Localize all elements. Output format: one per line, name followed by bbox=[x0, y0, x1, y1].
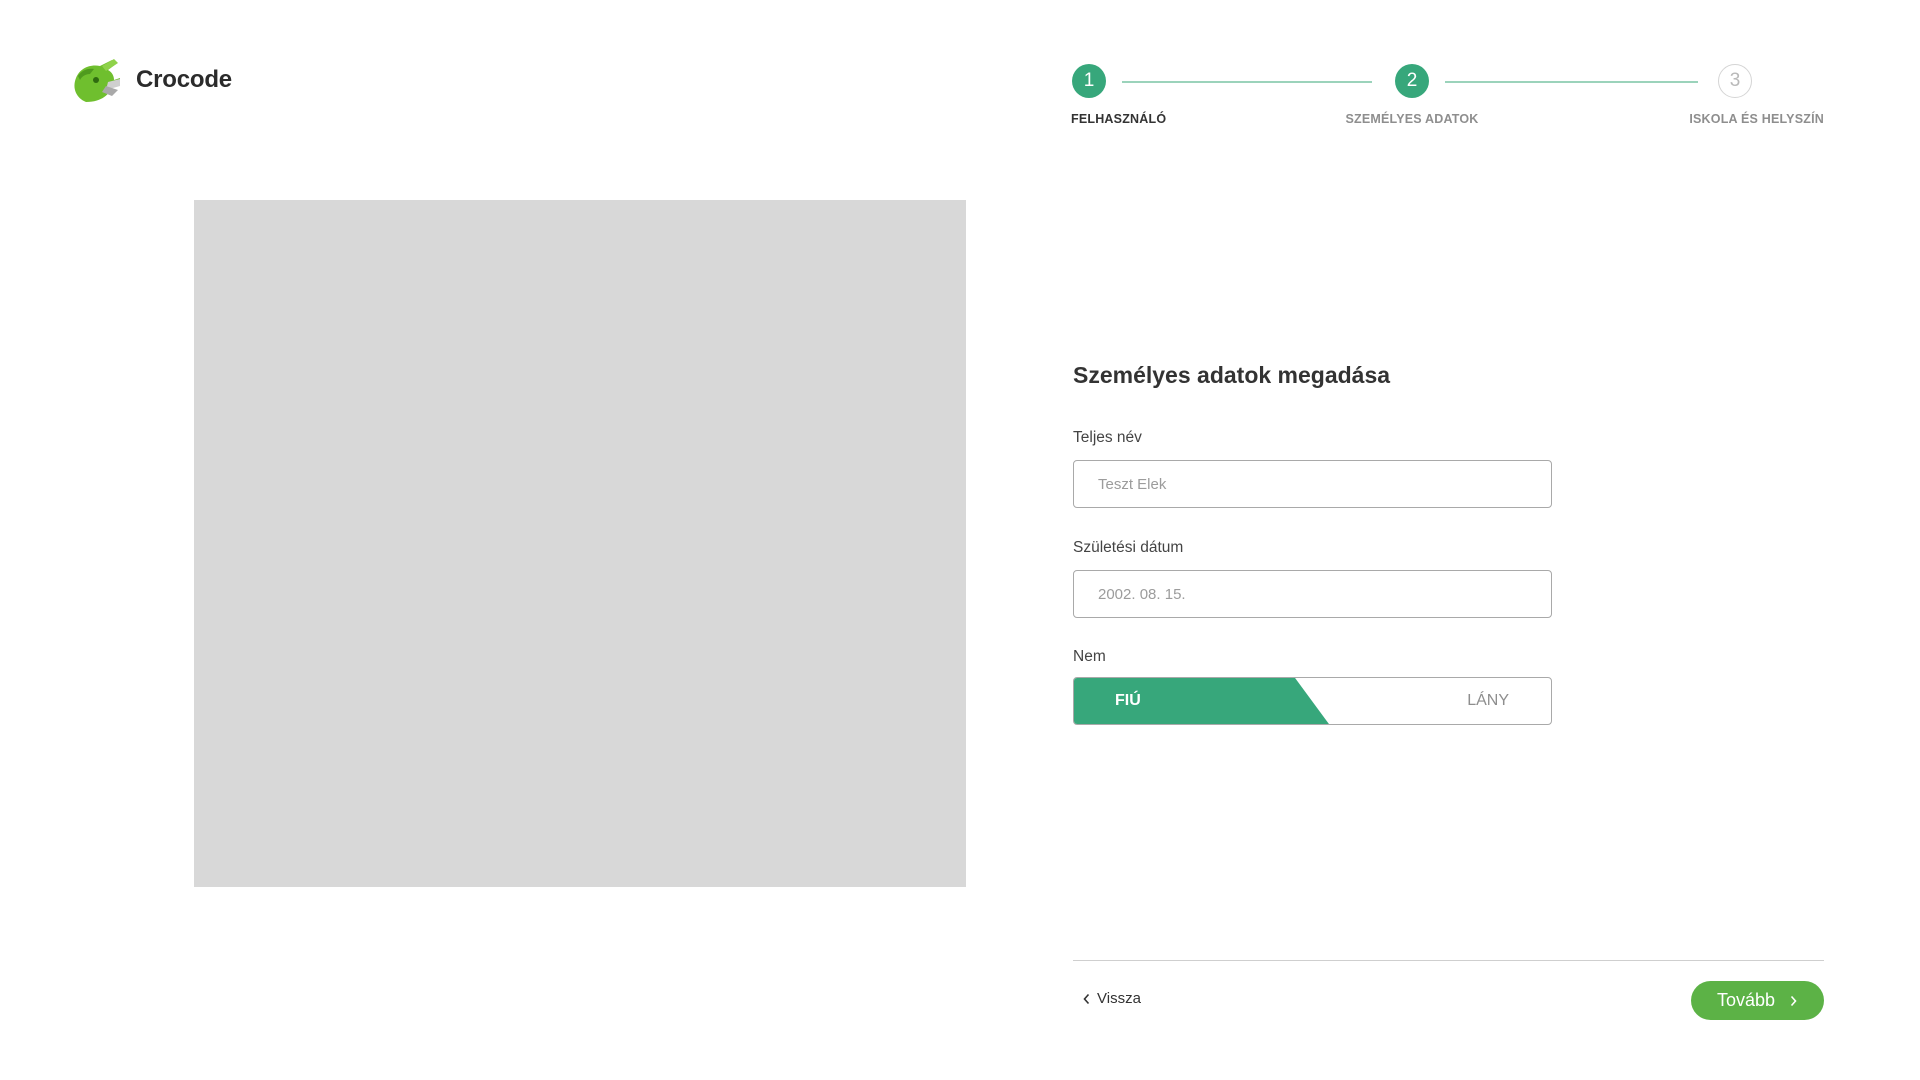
gender-option-female[interactable]: LÁNY bbox=[1351, 678, 1551, 724]
logo[interactable]: Crocode bbox=[72, 56, 232, 104]
step-connector-1 bbox=[1122, 81, 1372, 83]
registration-page: Crocode 1 2 3 FELHASZNÁLÓ SZEMÉLYES ADAT… bbox=[0, 0, 1920, 1080]
full-name-label: Teljes név bbox=[1073, 429, 1142, 446]
chevron-right-icon bbox=[1790, 995, 1797, 1006]
back-button[interactable]: Vissza bbox=[1082, 990, 1141, 1007]
birth-date-label: Születési dátum bbox=[1073, 539, 1184, 556]
back-button-label: Vissza bbox=[1097, 990, 1141, 1007]
birth-date-input[interactable] bbox=[1073, 570, 1552, 618]
step-2-label: SZEMÉLYES ADATOK bbox=[1345, 112, 1479, 126]
gender-label: Nem bbox=[1073, 648, 1106, 665]
footer-divider bbox=[1073, 960, 1824, 961]
full-name-input[interactable] bbox=[1073, 460, 1552, 508]
chevron-left-icon bbox=[1083, 993, 1090, 1004]
step-1-indicator[interactable]: 1 bbox=[1072, 64, 1106, 98]
step-3-label: ISKOLA ÉS HELYSZÍN bbox=[1689, 112, 1824, 126]
illustration-placeholder bbox=[194, 200, 966, 887]
step-3-indicator[interactable]: 3 bbox=[1718, 64, 1752, 98]
step-2-indicator[interactable]: 2 bbox=[1395, 64, 1429, 98]
app-name: Crocode bbox=[136, 66, 232, 93]
gender-option-male[interactable]: FIÚ bbox=[1074, 678, 1304, 724]
form-title: Személyes adatok megadása bbox=[1073, 362, 1391, 388]
next-button-label: Tovább bbox=[1716, 990, 1776, 1010]
progress-stepper: 1 2 3 FELHASZNÁLÓ SZEMÉLYES ADATOK ISKOL… bbox=[1071, 64, 1824, 134]
crocodile-logo-icon bbox=[74, 59, 120, 102]
next-button[interactable]: Tovább bbox=[1691, 981, 1824, 1020]
step-connector-2 bbox=[1445, 81, 1698, 83]
step-1-label: FELHASZNÁLÓ bbox=[1071, 112, 1167, 126]
gender-toggle[interactable]: FIÚ LÁNY bbox=[1073, 677, 1552, 725]
